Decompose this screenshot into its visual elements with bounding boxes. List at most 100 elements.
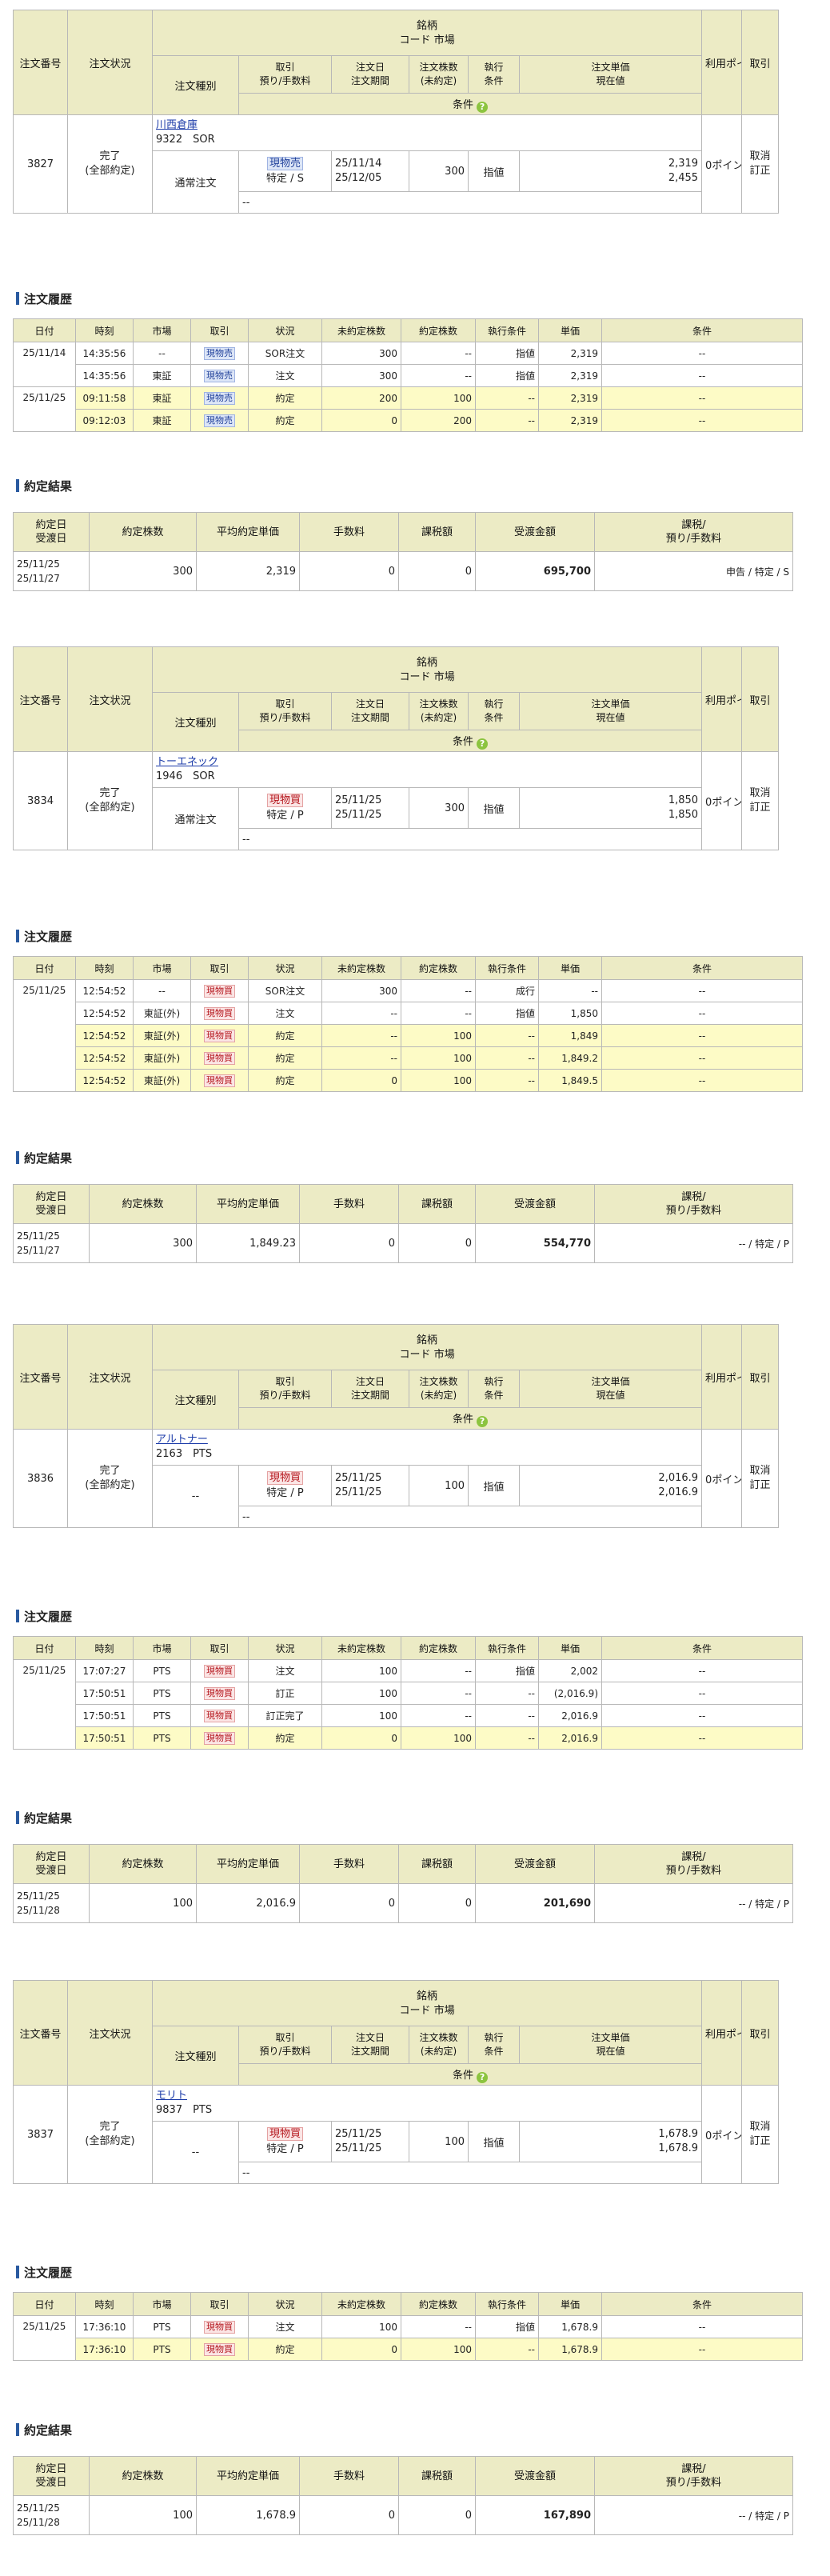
header-text: 平均約定単価	[216, 1198, 279, 1210]
history-exec-cond: 指値	[475, 364, 539, 387]
history-status: 約定	[248, 1024, 322, 1047]
result-dates: 25/11/25 25/11/27	[13, 1223, 90, 1263]
header-text: 課税額	[421, 1858, 453, 1870]
history-price: 2,319	[538, 386, 602, 410]
history-filled: --	[401, 2315, 476, 2338]
history-section-title: 注文履歴	[16, 291, 72, 307]
section-marker	[16, 292, 19, 305]
header-text: 預り/手数料	[259, 2046, 311, 2057]
stock-name-link[interactable]: アルトナー	[156, 1434, 208, 1446]
history-col-header: 状況	[248, 318, 322, 342]
history-time: 17:36:10	[75, 2338, 134, 2361]
cancel-modify-link[interactable]: 取消 訂正	[741, 114, 780, 214]
history-status: 約定	[248, 1046, 322, 1070]
header-text: 条件	[484, 1390, 504, 1401]
header-text: 注文番号	[19, 1372, 62, 1385]
order-summary-table: 注文番号注文状況銘柄コード 市場利用ポイント取引?関連番号注文種別取引預り/手数…	[13, 10, 780, 214]
history-date: 25/11/14	[13, 342, 76, 387]
history-row: 17:50:51 PTS 現物買 約定 0 100 -- 2,016.9 --	[14, 1726, 803, 1750]
stock-cell: 川西倉庫 9322 SOR	[151, 114, 703, 151]
result-fee: 0	[299, 1883, 399, 1923]
price-text: 2,016.9	[658, 1472, 699, 1484]
history-market: PTS	[133, 1682, 191, 1705]
header-text: 取引	[275, 698, 295, 710]
help-icon[interactable]: ?	[477, 1415, 489, 1427]
code-market: 9322 SOR	[156, 134, 215, 146]
order-date: 25/11/25 25/11/25	[331, 787, 409, 829]
cancel-modify-text: 訂正	[749, 1479, 771, 1491]
history-trade: 現物買	[190, 1682, 249, 1705]
history-market: PTS	[133, 1726, 191, 1750]
cancel-modify-link[interactable]: 取消 訂正	[741, 2085, 780, 2184]
help-icon[interactable]: ?	[477, 738, 489, 750]
history-status: SOR注文	[248, 342, 322, 365]
header-torihiki: 取引	[741, 646, 780, 752]
history-price: 1,678.9	[538, 2338, 602, 2361]
order-type: --	[152, 2121, 239, 2184]
code-market: 2163 PTS	[156, 1448, 213, 1460]
history-condition: --	[601, 1726, 803, 1750]
header-text: 受渡日	[35, 533, 67, 545]
history-col-header: 市場	[133, 956, 191, 980]
order-date-text: 25/11/25	[335, 794, 382, 806]
history-time: 12:54:52	[75, 979, 134, 1002]
trade-type-badge: 現物買	[204, 2320, 235, 2334]
header-text: 約定日	[35, 519, 67, 531]
stock-cell: アルトナー 2163 PTS	[151, 1429, 703, 1466]
history-col-header: 執行条件	[475, 318, 539, 342]
order-summary-table: 注文番号注文状況銘柄コード 市場利用ポイント取引?関連番号注文種別取引預り/手数…	[13, 646, 780, 850]
fee-type: 特定 / P	[266, 810, 304, 822]
header-order-no: 注文番号	[13, 1980, 68, 2086]
history-col-header: 取引	[190, 956, 249, 980]
order-date-text: 25/11/25	[335, 1472, 382, 1484]
header-text: 注文株数	[419, 1376, 458, 1387]
trade-type-badge: 現物買	[204, 984, 235, 998]
result-col-header: 約定日 受渡日	[13, 1184, 90, 1224]
result-col-header: 平均約定単価	[196, 1844, 300, 1884]
history-row: 12:54:52 東証(外) 現物買 注文 -- -- 指値 1,850 --	[14, 1002, 803, 1025]
history-price: 1,849.5	[538, 1069, 602, 1092]
header-text: 注文日	[355, 698, 385, 710]
history-trade: 現物買	[190, 1069, 249, 1092]
header-text: 預り/手数料	[665, 1865, 722, 1877]
history-price: 2,319	[538, 342, 602, 365]
history-col-header: 状況	[248, 956, 322, 980]
header-text: 注文単価	[591, 2032, 630, 2043]
order-date: 25/11/25 25/11/25	[331, 2121, 409, 2162]
cancel-modify-link[interactable]: 取消 訂正	[741, 751, 780, 850]
header-stock: 銘柄 コード 市場	[151, 1980, 703, 2026]
order-date-text: 25/11/25	[335, 809, 382, 821]
history-col-header: 市場	[133, 318, 191, 342]
header-stock: 銘柄 コード 市場	[151, 1324, 703, 1370]
exec-cond: 指値	[468, 1465, 520, 1506]
stock-name-link[interactable]: 川西倉庫	[156, 119, 198, 131]
header-status: 注文状況	[67, 646, 153, 752]
header-text: 手数料	[333, 526, 365, 538]
history-col-header: 執行条件	[475, 2292, 539, 2316]
help-icon[interactable]: ?	[477, 2071, 489, 2083]
order-history-table: 日付 時刻 市場 取引 状況 未約定株数 約定株数 執行条件 単価 条件 25/11/25 17:36…	[13, 2292, 803, 2361]
history-trade: 現物売	[190, 342, 249, 365]
header-text: 現在値	[596, 712, 625, 723]
result-col-header: 受渡金額	[475, 2456, 595, 2496]
header-text: 注文日	[355, 2032, 385, 2043]
header-condition-text: 条件	[453, 2069, 474, 2082]
history-trade: 現物買	[190, 2338, 249, 2361]
history-unfilled: 300	[321, 364, 401, 387]
history-filled: --	[401, 364, 476, 387]
cancel-modify-text: 取消	[749, 2121, 771, 2133]
result-col-header: 平均約定単価	[196, 2456, 300, 2496]
order-date-text: 25/11/25	[335, 1486, 382, 1498]
cancel-modify-link[interactable]: 取消 訂正	[741, 1429, 780, 1528]
help-icon[interactable]: ?	[477, 101, 489, 113]
header-text: 課税/	[681, 2463, 706, 2475]
history-unfilled: 300	[321, 342, 401, 365]
stock-name-link[interactable]: トーエネック	[156, 756, 218, 768]
history-price: 1,678.9	[538, 2315, 602, 2338]
history-filled: --	[401, 1002, 476, 1025]
status-text: (全部約定)	[85, 2135, 135, 2147]
trade-type-badge: 現物買	[266, 2127, 303, 2141]
stock-name-link[interactable]: モリト	[156, 2090, 187, 2102]
history-exec-cond: 指値	[475, 342, 539, 365]
trade-type-badge: 現物買	[204, 1709, 235, 1722]
